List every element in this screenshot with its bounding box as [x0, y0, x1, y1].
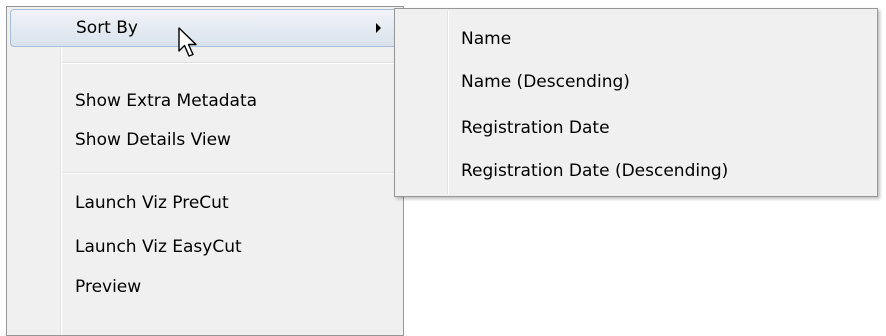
menu-item-launch-viz-precut[interactable]: Launch Viz PreCut — [10, 185, 400, 223]
submenu-gutter-divider — [447, 11, 449, 194]
menu-separator — [63, 62, 400, 64]
menu-item-label: Show Details View — [75, 130, 231, 150]
menu-item-sort-by[interactable]: Sort By — [10, 9, 400, 47]
menu-item-label: Launch Viz PreCut — [75, 193, 229, 213]
submenu-item-registration-date[interactable]: Registration Date — [461, 118, 610, 138]
mouse-pointer-icon — [178, 27, 197, 57]
menu-item-preview[interactable]: Preview — [10, 269, 400, 307]
menu-item-show-extra-metadata[interactable]: Show Extra Metadata — [10, 83, 400, 121]
context-menu: Sort By Show Extra Metadata Show Details… — [6, 6, 404, 336]
menu-separator — [63, 172, 400, 174]
menu-item-show-details-view[interactable]: Show Details View — [10, 122, 400, 160]
chevron-right-icon — [376, 23, 381, 33]
menu-item-label: Preview — [75, 277, 142, 297]
menu-item-launch-viz-easycut[interactable]: Launch Viz EasyCut — [10, 229, 400, 267]
menu-item-label: Launch Viz EasyCut — [75, 237, 242, 257]
menu-item-label: Show Extra Metadata — [75, 91, 258, 111]
menu-item-label: Sort By — [76, 18, 138, 38]
sort-by-submenu: Name Name (Descending) Registration Date… — [394, 8, 878, 197]
submenu-item-registration-date-descending[interactable]: Registration Date (Descending) — [461, 161, 728, 181]
submenu-item-name[interactable]: Name — [461, 29, 511, 49]
submenu-item-name-descending[interactable]: Name (Descending) — [461, 72, 630, 92]
